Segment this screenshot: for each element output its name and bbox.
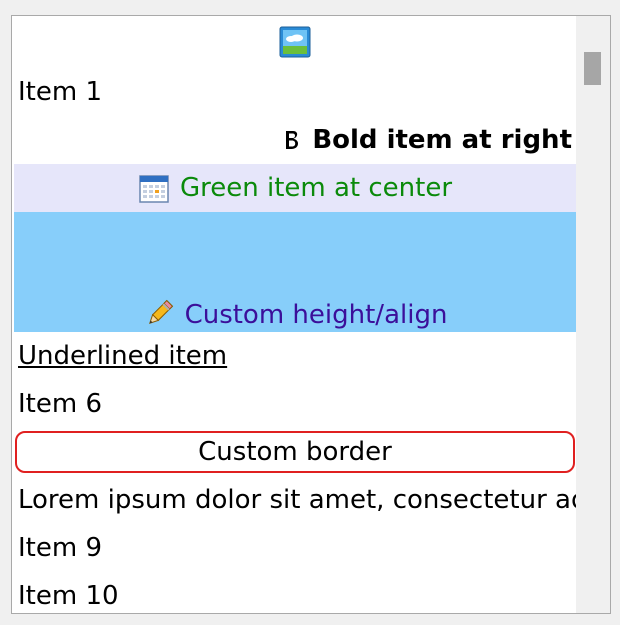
- list-item[interactable]: Item 9: [14, 524, 576, 572]
- vertical-scrollbar[interactable]: [576, 16, 610, 613]
- list-item-underlined[interactable]: Underlined item: [14, 332, 576, 380]
- list-item-label: Item 9: [18, 533, 102, 563]
- list-items: Item 1 Bold item at right Green item at …: [14, 16, 576, 613]
- custom-border-frame: Custom border: [15, 431, 575, 473]
- list-item-label: Item 10: [18, 581, 119, 611]
- list-item-label: Item 6: [18, 389, 102, 419]
- list-item-bold-right[interactable]: Bold item at right: [14, 116, 576, 164]
- image-icon: [279, 26, 311, 58]
- list-item[interactable]: Item 10: [14, 572, 576, 613]
- list-item-image[interactable]: [14, 16, 576, 68]
- list-item-label: Underlined item: [18, 341, 228, 371]
- list-item-label: Item 1: [18, 77, 102, 107]
- list-item-custom-border[interactable]: Custom border: [14, 428, 576, 476]
- list-box[interactable]: Item 1 Bold item at right Green item at …: [11, 15, 611, 614]
- list-item-label: Custom border: [198, 437, 392, 467]
- list-item-long-text[interactable]: Lorem ipsum dolor sit amet, consectetur …: [14, 476, 576, 524]
- list-item[interactable]: Item 6: [14, 380, 576, 428]
- calendar-icon: [138, 172, 170, 204]
- scrollbar-thumb[interactable]: [584, 52, 601, 85]
- list-item-custom-height[interactable]: Custom height/align: [14, 212, 576, 332]
- list-item-label: Bold item at right: [312, 125, 572, 155]
- list-item-label: Green item at center: [179, 173, 453, 203]
- list-item-green-center[interactable]: Green item at center: [14, 164, 576, 212]
- list-item-label: Custom height/align: [184, 300, 448, 330]
- pencil-icon: [143, 298, 175, 330]
- list-item[interactable]: Item 1: [14, 68, 576, 116]
- bold-b-icon: [282, 128, 302, 152]
- list-item-label: Lorem ipsum dolor sit amet, consectetur …: [18, 485, 576, 515]
